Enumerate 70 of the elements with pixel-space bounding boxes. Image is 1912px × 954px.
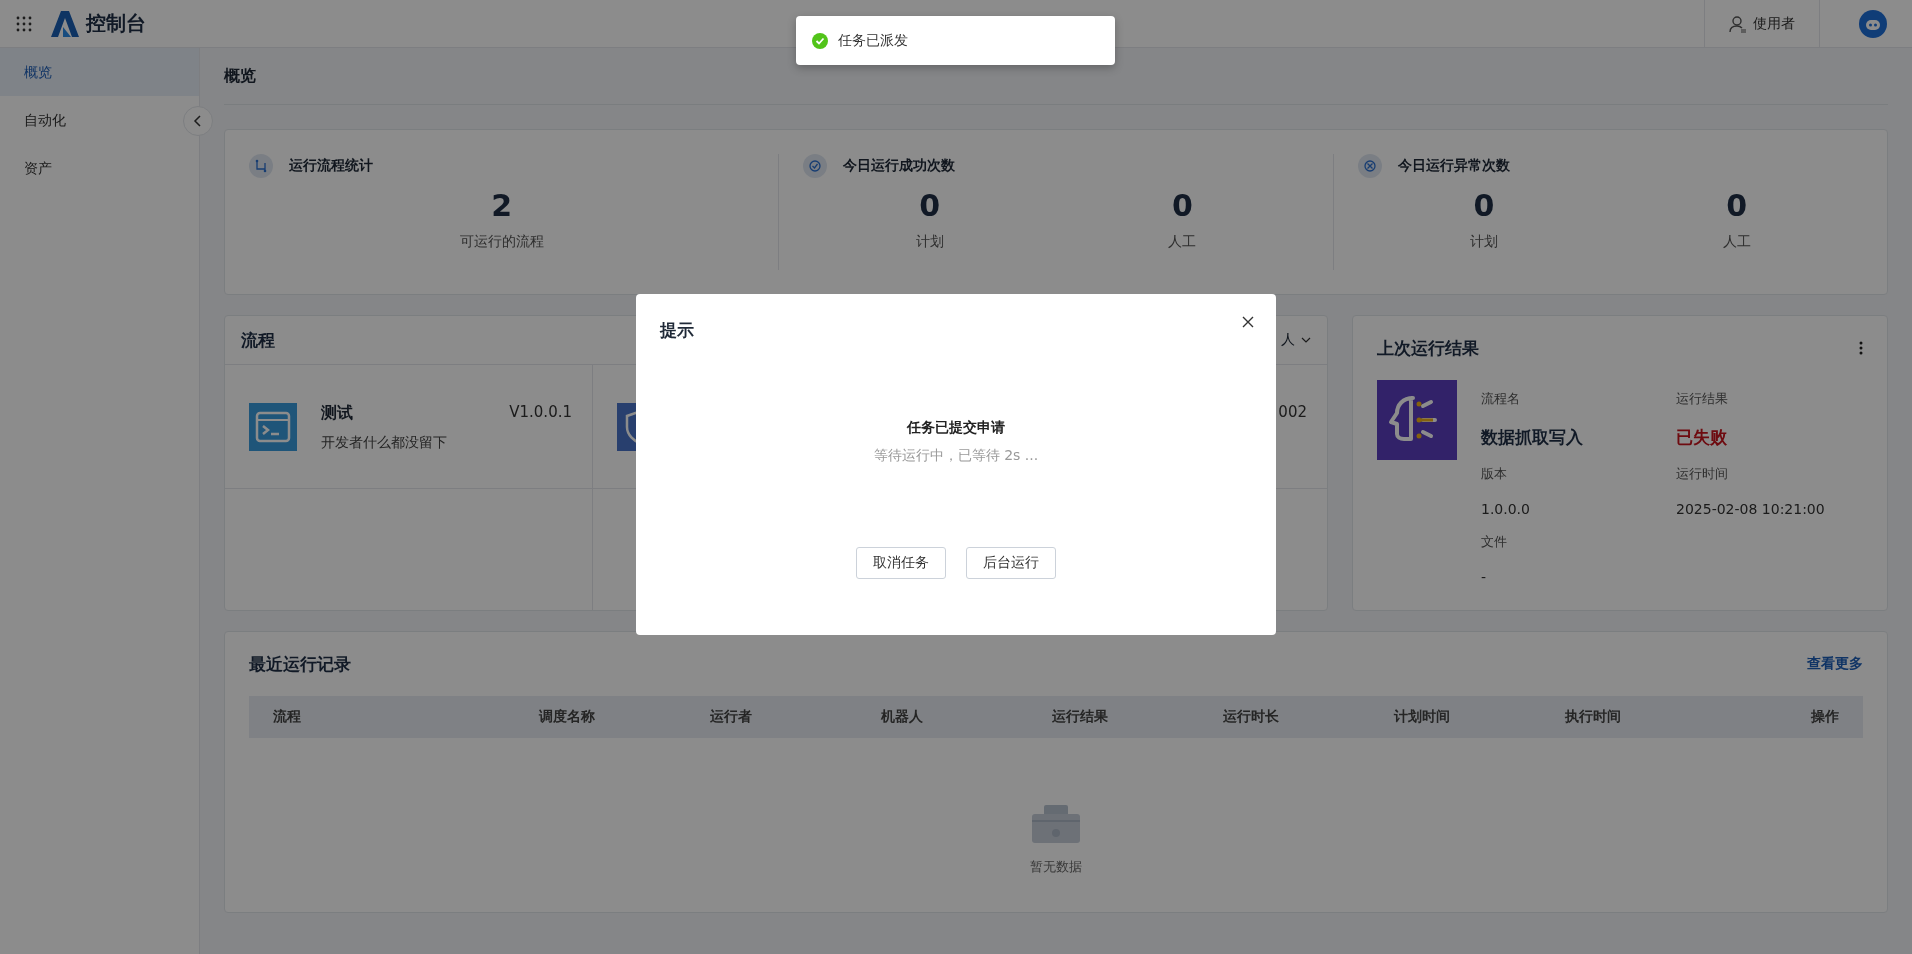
- field-value: 2025-02-08 10:21:00: [1676, 501, 1826, 517]
- error-icon: [1357, 154, 1382, 178]
- logo-icon: [50, 9, 80, 38]
- card-title: 最近运行记录: [249, 652, 352, 676]
- column-header: 调度名称: [539, 708, 596, 726]
- cancel-button[interactable]: 取消任务: [856, 547, 946, 579]
- dialog-title: 提示: [660, 318, 695, 342]
- stat-title: 运行流程统计: [289, 157, 373, 175]
- empty-text: 暂无数据: [1030, 858, 1082, 876]
- field-label: 文件: [1481, 533, 1508, 551]
- metric-label: 人工: [1168, 233, 1197, 251]
- field-label: 版本: [1481, 465, 1508, 483]
- terminal-icon: [249, 403, 297, 451]
- filter-dropdown[interactable]: 人: [1281, 331, 1295, 349]
- field-value: -: [1481, 569, 1488, 585]
- metric-value: 0: [1171, 188, 1193, 223]
- user-name: 使用者: [1753, 14, 1795, 33]
- flow-stats-icon: [249, 154, 273, 178]
- user-menu[interactable]: 使用者: [1704, 0, 1820, 48]
- field-value: 已失败: [1676, 426, 1728, 449]
- success-icon: [803, 154, 828, 178]
- success-icon: [812, 32, 828, 49]
- user-icon: [1729, 14, 1747, 33]
- more-icon[interactable]: [1859, 341, 1863, 355]
- metric-value: 0: [1473, 188, 1495, 223]
- flow-version: 002: [1278, 403, 1307, 421]
- flow-description: 开发者什么都没留下: [321, 434, 448, 452]
- metric-label: 计划: [915, 233, 944, 251]
- field-label: 流程名: [1481, 390, 1521, 408]
- field-value: 1.0.0.0: [1481, 501, 1531, 517]
- stat-title: 今日运行异常次数: [1397, 157, 1510, 175]
- column-header: 操作: [1811, 708, 1839, 726]
- avatar-icon[interactable]: [1859, 9, 1887, 38]
- flow-name: 测试: [321, 403, 354, 424]
- column-header: 机器人: [881, 708, 924, 726]
- sidebar-item[interactable]: 资产: [0, 144, 184, 192]
- column-header: 运行者: [710, 708, 753, 726]
- app-title: 控制台: [86, 10, 146, 37]
- column-header: 运行结果: [1052, 708, 1109, 726]
- field-label: 运行结果: [1676, 390, 1729, 408]
- field-label: 运行时间: [1676, 465, 1729, 483]
- apps-grid-icon[interactable]: [16, 15, 32, 32]
- metric-label: 人工: [1722, 233, 1751, 251]
- column-header: 执行时间: [1565, 708, 1622, 726]
- metric-value: 0: [1726, 188, 1748, 223]
- empty-box-icon: [1030, 804, 1082, 844]
- metric-label: 计划: [1470, 233, 1498, 251]
- ai-head-icon: [1377, 380, 1457, 460]
- column-header: 运行时长: [1223, 708, 1280, 726]
- chevron-left-icon: [193, 115, 203, 127]
- sidebar-item[interactable]: 自动化: [0, 96, 184, 144]
- flow-item[interactable]: 测试 开发者什么都没留下 V1.0.0.1: [225, 365, 593, 489]
- card-title: 上次运行结果: [1377, 336, 1480, 360]
- metric-label: 可运行的流程: [459, 233, 544, 251]
- stat-title: 今日运行成功次数: [843, 157, 956, 175]
- card-title: 流程: [241, 328, 275, 352]
- field-value: 数据抓取写入: [1481, 426, 1584, 449]
- flow-version: V1.0.0.1: [509, 403, 572, 421]
- run-background-button[interactable]: 后台运行: [966, 547, 1056, 579]
- view-more-link[interactable]: 查看更多: [1807, 655, 1863, 673]
- column-header: 流程: [273, 708, 302, 726]
- metric-value: 0: [919, 188, 941, 223]
- close-icon: [1242, 316, 1254, 328]
- column-header: 计划时间: [1394, 708, 1451, 726]
- toast-message: 任务已派发: [838, 31, 908, 50]
- dialog-message: 任务已提交申请: [907, 418, 1005, 437]
- metric-value: 2: [491, 188, 513, 223]
- collapse-button[interactable]: [183, 106, 213, 136]
- caret-icon: [1301, 337, 1311, 343]
- dialog-detail: 等待运行中，已等待 2s ...: [873, 446, 1039, 465]
